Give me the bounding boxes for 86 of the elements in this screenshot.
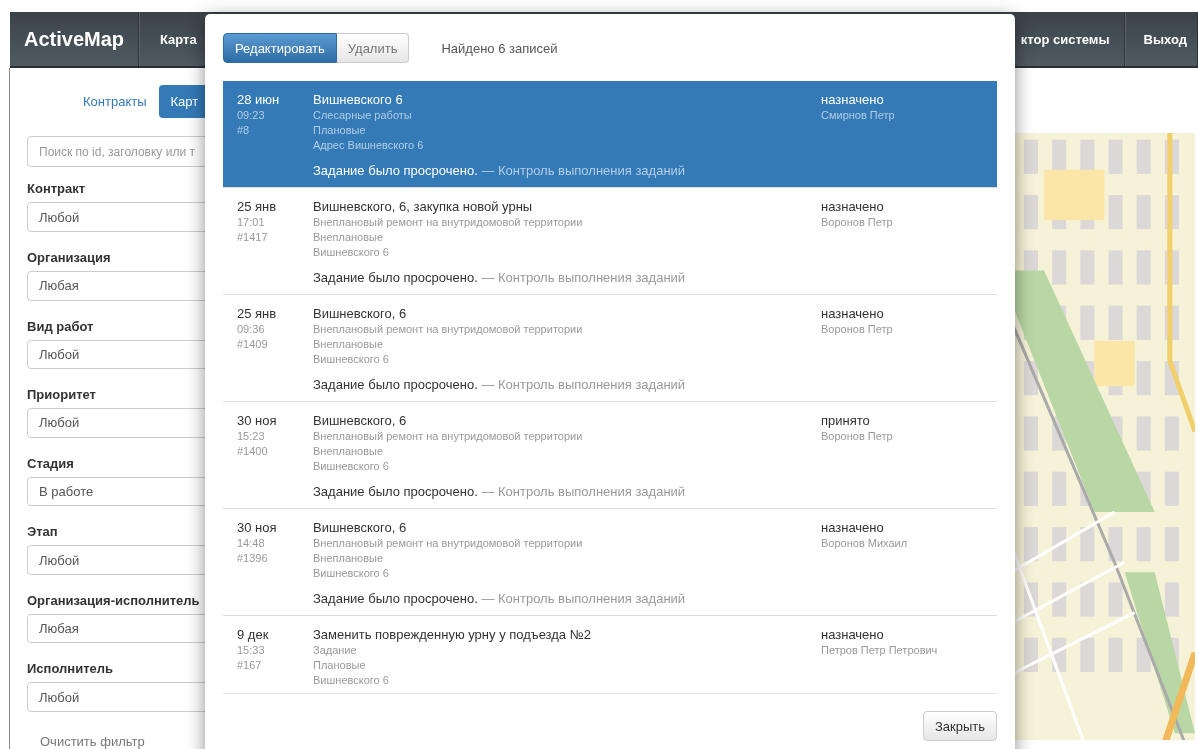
note-text: Задание было просрочено. (313, 270, 478, 285)
filter-label: Исполнитель (27, 661, 113, 677)
note-source: — Контроль выполнения заданий (481, 270, 686, 285)
task-detail: Внеплановый ремонт на внутридомовой территории (313, 215, 584, 230)
task-id: #1409 (237, 337, 269, 352)
note-source: — Контроль выполнения заданий (481, 484, 686, 499)
nav-link[interactable]: ктор системы (1020, 12, 1125, 66)
task-status: назначено (821, 198, 885, 215)
task-date: 25 янв (237, 198, 278, 215)
task-detail: Внеплановый ремонт на внутридомовой территории (313, 322, 584, 337)
task-detail: Задание (313, 643, 358, 658)
task-row[interactable]: 25 янв 09:36 #1409 Вишневского, 6 Внеплановый ремонт на внутридомовой территории Внеплановые Вишневского 6 Задание было просрочено. — Контроль выполнения заданий назначено Воронов Петр (223, 295, 997, 402)
task-status: назначено (821, 519, 885, 536)
task-title: Вишневского, 6 (313, 519, 408, 536)
task-detail: Вишневского 6 (313, 459, 390, 474)
task-detail: Внеплановый ремонт на внутридомовой территории (313, 429, 584, 444)
close-button[interactable]: Закрыть (922, 711, 997, 741)
clear-filter-link[interactable]: Очистить фильтр (40, 734, 145, 749)
filter-label: Стадия (27, 455, 74, 471)
task-id: #8 (237, 123, 251, 138)
task-detail: Внеплановые (313, 230, 385, 245)
task-detail: Вишневского 6 (313, 352, 390, 367)
task-detail: Внеплановые (313, 444, 385, 459)
task-date: 9 дек (237, 626, 270, 643)
task-status: назначено (821, 626, 885, 643)
note-text: Задание было просрочено. (313, 484, 478, 499)
task-date: 30 ноя (237, 519, 278, 536)
delete-button[interactable]: Удалить (336, 33, 410, 63)
filter-label: Организация (27, 250, 111, 265)
task-status: назначено (821, 305, 885, 322)
task-id: #1400 (237, 444, 269, 459)
task-row[interactable]: 28 июн 09:23 #8 Вишневского 6 Слесарные работы Плановые Адрес Вишневского 6 Задание было просрочено. — Контроль выполнения заданий назначено Смирнов Петр (223, 81, 997, 188)
filter-label: Приоритет (27, 387, 96, 403)
records-count: Найдено 6 записей (441, 40, 558, 56)
task-id: #1417 (237, 230, 269, 245)
task-detail: Вишневского 6 (313, 566, 390, 581)
task-title: Вишневского, 6, закупка новой урны (313, 198, 534, 215)
assignee: Воронов Петр (821, 215, 894, 230)
task-row[interactable]: 9 дек 15:33 #167 Заменить поврежденную урну у подъезда №2 Задание Плановые Вишневского 6 назначено Петров Петр Петрович (223, 616, 997, 693)
assignee: Петров Петр Петрович (821, 643, 939, 658)
task-detail: Внеплановые (313, 337, 385, 352)
assignee: Смирнов Петр (821, 108, 896, 123)
note-text: Задание было просрочено. (313, 591, 478, 606)
note-source: — Контроль выполнения заданий (481, 591, 686, 606)
task-status: принято (821, 412, 871, 429)
task-detail: Адрес Вишневского 6 (313, 138, 425, 153)
filter-label: Вид работ (27, 318, 94, 334)
task-time: 09:36 (237, 322, 266, 337)
note-text: Задание было просрочено. (313, 163, 478, 178)
task-id: #167 (237, 658, 263, 673)
note-source: — Контроль выполнения заданий (481, 163, 686, 178)
task-detail: Вишневского 6 (313, 673, 390, 688)
assignee: Воронов Михаил (821, 536, 909, 551)
task-title: Вишневского, 6 (313, 305, 408, 322)
task-detail: Плановые (313, 658, 367, 673)
task-title: Вишневского 6 (313, 91, 404, 108)
task-detail: Внеплановый ремонт на внутридомовой территории (313, 536, 584, 551)
task-title: Заменить поврежденную урну у подъезда №2 (313, 626, 592, 643)
note-source: — Контроль выполнения заданий (481, 377, 686, 392)
assignee: Воронов Петр (821, 429, 894, 444)
task-date: 30 ноя (237, 412, 278, 429)
filter-label: Контракт (27, 181, 86, 197)
task-detail: Плановые (313, 123, 367, 138)
task-row[interactable]: 30 ноя 15:23 #1400 Вишневского, 6 Внеплановый ремонт на внутридомовой территории Внеплановые Вишневского 6 Задание было просрочено. — Контроль выполнения заданий принято Воронов Петр (223, 402, 997, 509)
task-detail: Внеплановые (313, 551, 385, 566)
task-time: 15:23 (237, 429, 266, 444)
nav-link[interactable]: Выход (1124, 12, 1198, 66)
task-detail: Слесарные работы (313, 108, 413, 123)
task-time: 09:23 (237, 108, 266, 123)
assignee: Воронов Петр (821, 322, 894, 337)
task-title: Вишневского, 6 (313, 412, 408, 429)
task-date: 25 янв (237, 305, 278, 322)
app-logo[interactable]: ActiveMap (10, 12, 140, 66)
task-detail: Вишневского 6 (313, 245, 390, 260)
edit-button[interactable]: Редактировать (223, 33, 337, 63)
task-time: 14:48 (237, 536, 266, 551)
note-text: Задание было просрочено. (313, 377, 478, 392)
task-date: 28 июн (237, 91, 281, 108)
task-status: назначено (821, 91, 885, 108)
filter-label: Организация-исполнитель (27, 592, 200, 608)
tab[interactable]: Контракты (71, 85, 159, 118)
task-time: 17:01 (237, 215, 266, 230)
task-row[interactable]: 30 ноя 14:48 #1396 Вишневского, 6 Внеплановый ремонт на внутридомовой территории Внеплановые Вишневского 6 Задание было просрочено. — Контроль выполнения заданий назначено Воронов Михаил (223, 509, 997, 616)
filter-label: Этап (27, 524, 58, 540)
task-id: #1396 (237, 551, 269, 566)
task-time: 15:33 (237, 643, 266, 658)
